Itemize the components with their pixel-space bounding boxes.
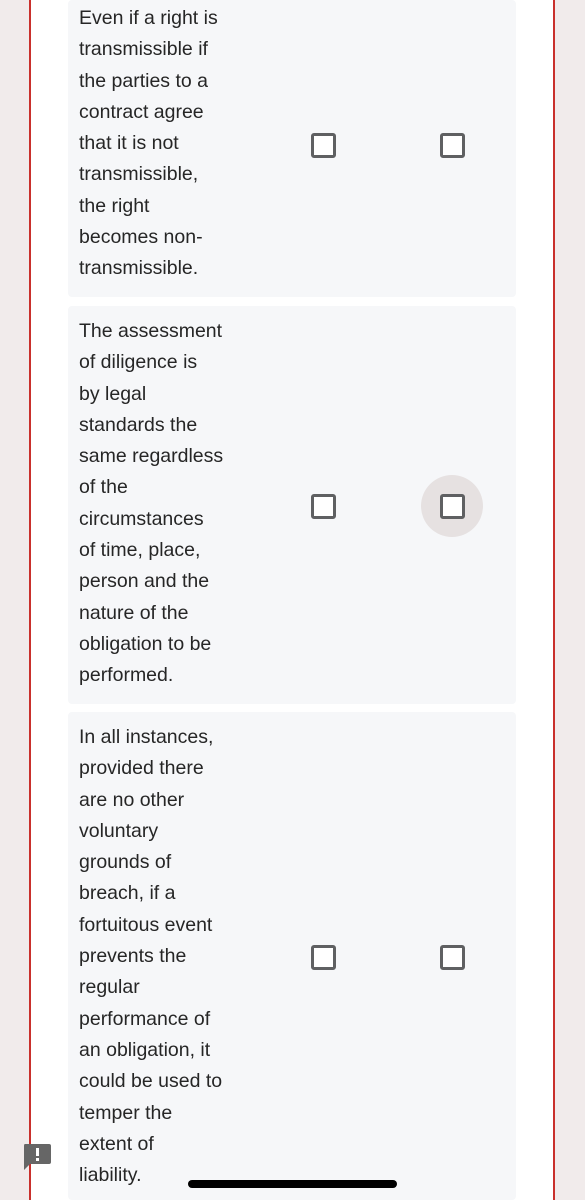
question-card: In all instances, provided there are no … [68,712,516,1200]
question-text: The assessment of diligence is by legal … [79,320,224,687]
feedback-exclamation-icon[interactable] [22,1142,52,1172]
option-2-checkbox[interactable] [421,114,483,176]
question-card: The assessment of diligence is by legal … [68,306,516,704]
question-text: Even if a right is transmissible if the … [79,7,218,280]
option-1-checkbox[interactable] [292,114,354,176]
option-2-checkbox[interactable] [421,926,483,988]
option-2-checkbox[interactable] [421,475,483,537]
checkbox-box-icon [310,944,336,970]
checkbox-box-icon [439,493,465,519]
option-1-checkbox[interactable] [292,926,354,988]
option-1-checkbox[interactable] [292,475,354,537]
checkbox-box-icon [439,132,465,158]
home-indicator [188,1180,397,1188]
checkbox-box-icon [439,944,465,970]
checkbox-box-icon [310,493,336,519]
question-text: In all instances, provided there are no … [79,726,223,1187]
checkbox-box-icon [310,132,336,158]
question-card: Even if a right is transmissible if the … [68,0,516,297]
